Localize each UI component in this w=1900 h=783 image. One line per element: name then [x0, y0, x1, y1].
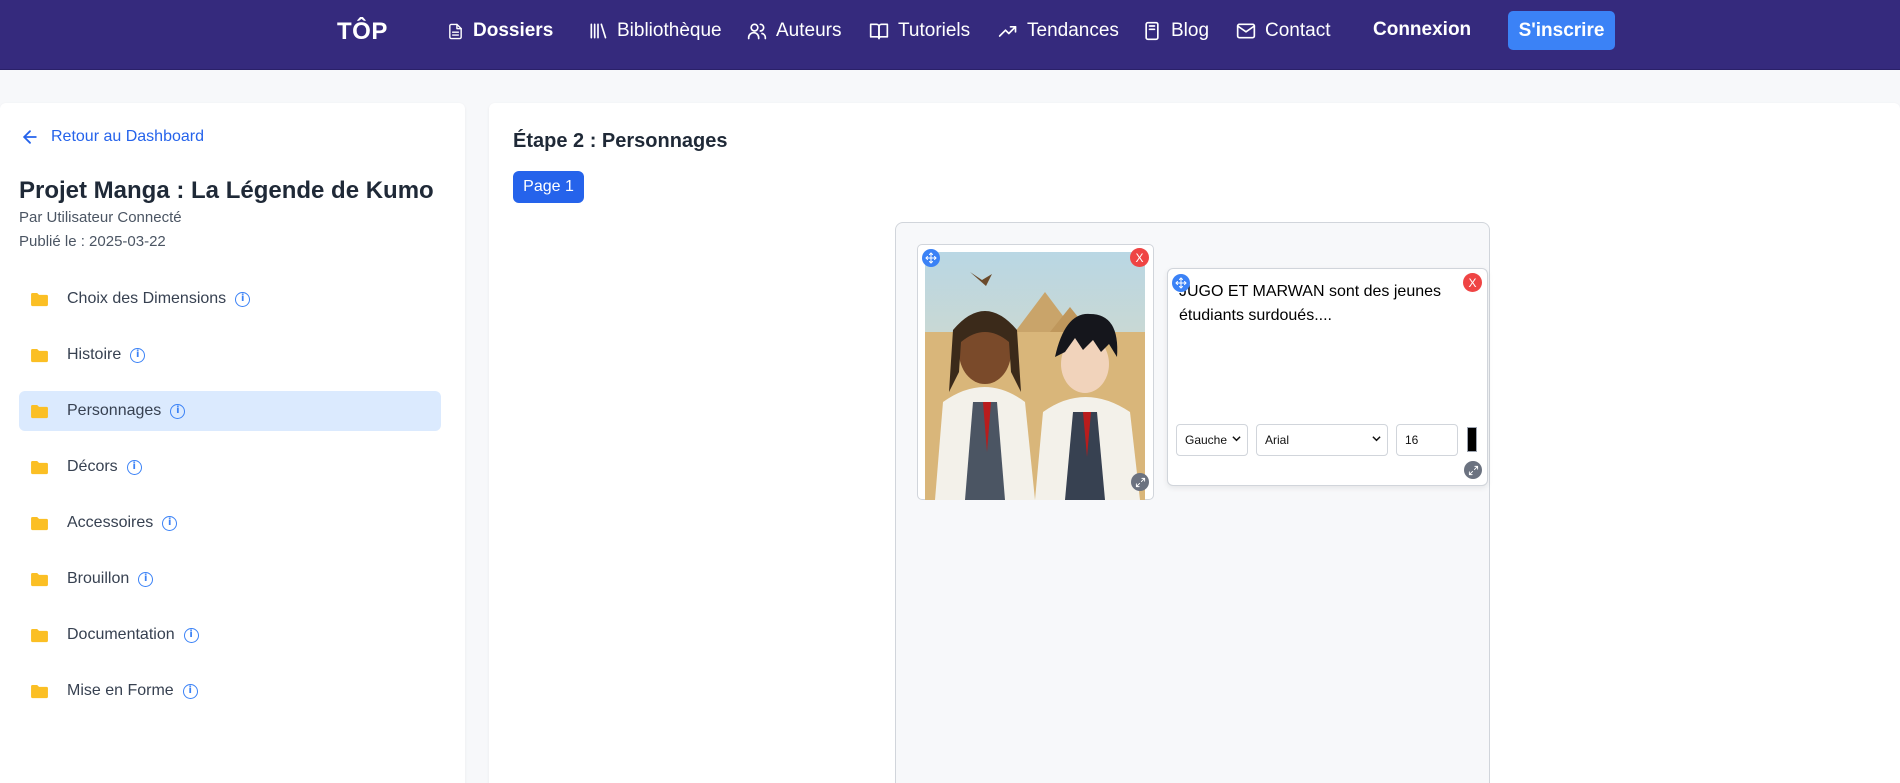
- info-icon[interactable]: i: [162, 515, 178, 531]
- step-title: Étape 2 : Personnages: [513, 130, 728, 152]
- nav-tendances-label: Tendances: [1027, 20, 1119, 41]
- image-move-handle[interactable]: [922, 249, 940, 267]
- folder-list: Choix des Dimensions i Histoire i Person…: [19, 279, 441, 727]
- back-link-label: Retour au Dashboard: [51, 128, 204, 145]
- text-align-select[interactable]: Gauche: [1176, 424, 1248, 456]
- folder-icon: [31, 348, 48, 362]
- mail-icon: [1236, 23, 1256, 39]
- book-open-icon: [869, 23, 889, 40]
- folder-decors[interactable]: Décors i: [19, 447, 441, 487]
- font-size-input[interactable]: 16: [1396, 424, 1458, 456]
- folder-label: Personnages: [67, 402, 162, 419]
- manga-characters-image: [925, 252, 1145, 500]
- nav-bibliotheque[interactable]: Bibliothèque: [588, 19, 722, 43]
- login-link[interactable]: Connexion: [1373, 19, 1471, 41]
- folder-choix-des-dimensions[interactable]: Choix des Dimensions i: [19, 279, 441, 319]
- folder-icon: [31, 684, 48, 698]
- text-color-picker[interactable]: [1467, 427, 1477, 452]
- font-size-value: 16: [1405, 433, 1419, 447]
- nav-dossiers[interactable]: Dossiers: [447, 19, 553, 43]
- chevron-down-icon: [1232, 436, 1241, 442]
- nav-blog[interactable]: Blog: [1142, 19, 1209, 43]
- nav-bibliotheque-label: Bibliothèque: [617, 20, 722, 41]
- folder-label: Décors: [67, 458, 118, 475]
- text-element-content[interactable]: JUGO ET MARWAN sont des jeunes étudiants…: [1179, 280, 1449, 328]
- info-icon[interactable]: i: [126, 459, 142, 475]
- top-navbar: TÔP Dossiers Bibliothèque Auteurs Tutori…: [0, 0, 1900, 70]
- text-close-button[interactable]: X: [1463, 273, 1482, 292]
- project-author: Par Utilisateur Connecté: [19, 209, 182, 226]
- notebook-icon: [1145, 21, 1159, 41]
- project-title: Projet Manga : La Légende de Kumo: [19, 177, 434, 204]
- trending-up-icon: [998, 26, 1017, 37]
- resize-icon: [1468, 465, 1478, 475]
- info-icon[interactable]: i: [138, 571, 154, 587]
- site-logo[interactable]: TÔP: [337, 18, 388, 46]
- folder-personnages[interactable]: Personnages i: [19, 391, 441, 431]
- back-to-dashboard-link[interactable]: Retour au Dashboard: [20, 127, 204, 147]
- nav-auteurs[interactable]: Auteurs: [747, 19, 841, 43]
- font-family-value: Arial: [1265, 433, 1290, 447]
- folder-icon: [31, 628, 48, 642]
- nav-dossiers-label: Dossiers: [473, 20, 554, 41]
- nav-blog-label: Blog: [1171, 20, 1210, 41]
- folder-histoire[interactable]: Histoire i: [19, 335, 441, 375]
- folder-label: Accessoires: [67, 514, 154, 531]
- image-close-button[interactable]: X: [1130, 248, 1149, 267]
- folder-icon: [31, 292, 48, 306]
- info-icon[interactable]: i: [183, 627, 199, 643]
- folder-label: Brouillon: [67, 570, 130, 587]
- info-icon[interactable]: i: [182, 683, 198, 699]
- folder-icon: [31, 516, 48, 530]
- image-resize-handle[interactable]: [1131, 473, 1149, 491]
- resize-icon: [1135, 477, 1145, 487]
- nav-tutoriels-label: Tutoriels: [898, 20, 971, 41]
- project-published-date: Publié le : 2025-03-22: [19, 233, 166, 250]
- document-icon: [449, 23, 462, 39]
- nav-tendances[interactable]: Tendances: [998, 19, 1119, 43]
- signup-button[interactable]: S'inscrire: [1508, 11, 1615, 50]
- move-icon: [925, 252, 937, 264]
- folder-icon: [31, 572, 48, 586]
- text-move-handle[interactable]: [1172, 274, 1190, 292]
- folder-label: Mise en Forme: [67, 682, 174, 699]
- arrow-left-icon: [23, 130, 37, 144]
- text-align-value: Gauche: [1185, 433, 1228, 447]
- folder-label: Choix des Dimensions: [67, 290, 227, 307]
- folder-mise-en-forme[interactable]: Mise en Forme i: [19, 671, 441, 711]
- chevron-down-icon: [1372, 436, 1381, 442]
- folder-brouillon[interactable]: Brouillon i: [19, 559, 441, 599]
- nav-contact[interactable]: Contact: [1236, 19, 1330, 43]
- nav-tutoriels[interactable]: Tutoriels: [869, 19, 970, 43]
- users-icon: [747, 23, 767, 40]
- nav-auteurs-label: Auteurs: [776, 20, 842, 41]
- folder-icon: [31, 404, 48, 418]
- nav-contact-label: Contact: [1265, 20, 1331, 41]
- folder-accessoires[interactable]: Accessoires i: [19, 503, 441, 543]
- folder-label: Histoire: [67, 346, 122, 363]
- info-icon[interactable]: i: [235, 291, 251, 307]
- move-icon: [1175, 277, 1187, 289]
- info-icon[interactable]: i: [170, 403, 186, 419]
- page-tab-1[interactable]: Page 1: [513, 171, 584, 203]
- folder-label: Documentation: [67, 626, 175, 643]
- character-illustration[interactable]: [925, 252, 1145, 500]
- folder-icon: [31, 460, 48, 474]
- info-icon[interactable]: i: [130, 347, 146, 363]
- library-icon: [590, 23, 607, 39]
- font-family-select[interactable]: Arial: [1256, 424, 1388, 456]
- text-resize-handle[interactable]: [1464, 461, 1482, 479]
- folder-documentation[interactable]: Documentation i: [19, 615, 441, 655]
